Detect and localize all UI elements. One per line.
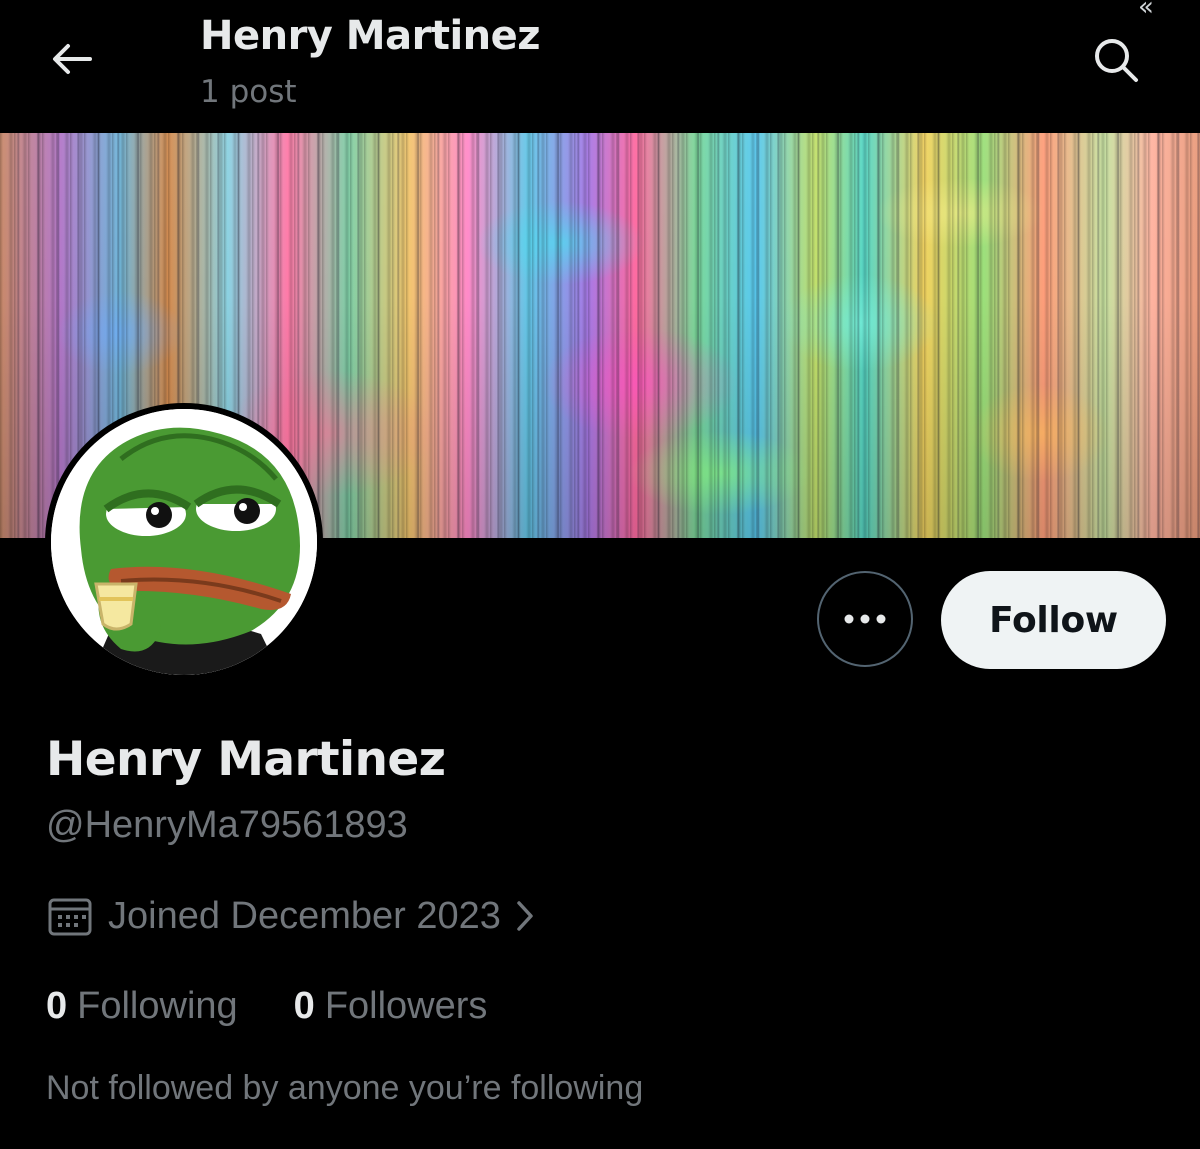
header-titles: Henry Martinez 1 post	[200, 12, 541, 112]
follow-button[interactable]: Follow	[941, 571, 1166, 669]
following-stat[interactable]: 0 Following	[46, 985, 238, 1028]
frog-avatar-illustration	[51, 409, 317, 675]
joined-date-text: Joined December 2023	[108, 894, 501, 937]
search-icon	[1095, 39, 1138, 82]
followers-label: Followers	[324, 984, 488, 1027]
profile-header: Henry Martinez 1 post «	[0, 0, 1200, 133]
double-chevron-icon: «	[1138, 0, 1154, 22]
avatar-image	[51, 409, 317, 675]
back-button[interactable]	[42, 34, 102, 84]
calendar-icon	[48, 898, 92, 936]
following-count: 0	[46, 984, 68, 1027]
chevron-right-icon	[515, 899, 535, 933]
mutuals-note: Not followed by anyone you’re following	[46, 1069, 644, 1107]
profile-display-name: Henry Martinez	[46, 732, 446, 787]
followers-count: 0	[293, 984, 315, 1027]
post-count: 1 post	[200, 74, 297, 110]
more-options-button[interactable]	[817, 571, 913, 667]
joined-date-row[interactable]: Joined December 2023	[48, 890, 535, 942]
follow-stats: 0 Following 0 Followers	[46, 980, 487, 1032]
following-label: Following	[77, 984, 238, 1027]
profile-avatar[interactable]	[45, 403, 323, 681]
profile-handle: @HenryMa79561893	[46, 804, 408, 846]
search-button[interactable]	[1088, 32, 1144, 88]
followers-stat[interactable]: 0 Followers	[294, 985, 488, 1028]
more-options-icon	[844, 614, 886, 624]
header-name: Henry Martinez	[200, 13, 541, 59]
arrow-left-icon	[53, 44, 92, 74]
